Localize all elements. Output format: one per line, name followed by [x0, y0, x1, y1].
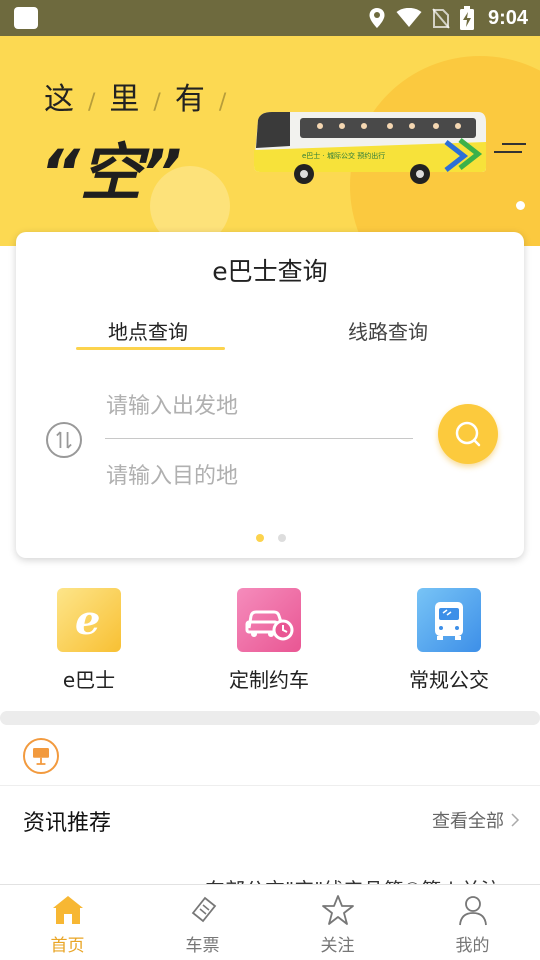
section-divider	[0, 711, 540, 725]
notice-board-icon	[23, 738, 59, 774]
ebus-query-card: e巴士查询 地点查询 线路查询	[16, 232, 524, 558]
nav-label: 关注	[320, 936, 355, 956]
service-label: 定制约车	[229, 668, 309, 692]
active-tab-indicator	[76, 347, 225, 350]
search-button[interactable]	[438, 404, 498, 464]
tab-route-query[interactable]: 线路查询	[348, 316, 428, 345]
service-label: e巴士	[62, 668, 116, 692]
status-bar: 9:04	[0, 0, 540, 36]
car-clock-icon	[237, 588, 301, 652]
nav-tickets[interactable]: 车票	[135, 885, 270, 960]
news-section-header: 资讯推荐 查看全部	[0, 787, 540, 851]
destination-input[interactable]	[106, 458, 406, 494]
battery-charging-icon	[459, 6, 474, 30]
user-icon	[458, 896, 487, 926]
pager-dot-active	[256, 534, 264, 542]
banner-word: 这	[44, 82, 76, 117]
service-grid: e e巴士 定制约车 常规公交	[0, 588, 540, 698]
view-all-label: 查看全部	[432, 811, 504, 832]
status-icons: 9:04	[368, 0, 528, 36]
search-icon	[455, 421, 481, 447]
svg-text:e: e	[75, 597, 100, 644]
notice-row[interactable]	[0, 726, 540, 786]
nav-label: 我的	[455, 936, 490, 956]
location-icon	[369, 8, 385, 28]
pager-dot	[278, 534, 286, 542]
banner-word: 里	[109, 82, 142, 117]
service-label: 常规公交	[409, 668, 489, 692]
swap-direction-icon[interactable]	[46, 422, 82, 458]
banner-headline: “空”	[40, 136, 182, 209]
service-custom-car[interactable]: 定制约车	[204, 588, 334, 693]
ticket-icon	[191, 896, 216, 923]
clock: 9:04	[487, 6, 528, 29]
wifi-icon	[396, 8, 422, 27]
nav-label: 车票	[185, 936, 220, 956]
promo-banner[interactable]: 这 / 里 / 有 / “空” e巴士 · 城际公交 预约出行	[0, 36, 540, 246]
bus-illustration: e巴士 · 城际公交 预约出行	[254, 112, 486, 184]
home-icon	[52, 896, 83, 924]
chevron-right-icon	[511, 813, 520, 827]
banner-page-indicator	[516, 201, 525, 210]
banner-word: 有	[174, 82, 207, 117]
service-ebus[interactable]: e e巴士	[24, 588, 154, 693]
star-icon	[321, 895, 354, 925]
departure-input[interactable]	[106, 388, 406, 424]
input-divider	[105, 438, 413, 439]
e-letter-icon: e	[57, 588, 121, 652]
nav-home[interactable]: 首页	[0, 885, 135, 960]
view-all-link[interactable]: 查看全部	[432, 807, 520, 833]
nav-mine[interactable]: 我的	[405, 885, 540, 960]
card-pager	[256, 534, 286, 542]
news-title: 资讯推荐	[23, 811, 112, 836]
bus-caption: e巴士 · 城际公交 预约出行	[302, 151, 385, 160]
app-notification-icon	[14, 7, 38, 29]
nav-label: 首页	[50, 936, 85, 956]
bus-front-icon	[417, 588, 481, 652]
nav-follow[interactable]: 关注	[270, 885, 405, 960]
banner-tagline: 这 / 里 / 有 /	[44, 82, 229, 117]
service-regular-bus[interactable]: 常规公交	[384, 588, 514, 693]
speed-lines-icon	[494, 143, 526, 153]
no-sim-icon	[432, 8, 450, 29]
card-title: e巴士查询	[212, 257, 328, 286]
bottom-navigation: 首页 车票 关注 我的	[0, 884, 540, 960]
tab-location-query[interactable]: 地点查询	[108, 316, 188, 345]
